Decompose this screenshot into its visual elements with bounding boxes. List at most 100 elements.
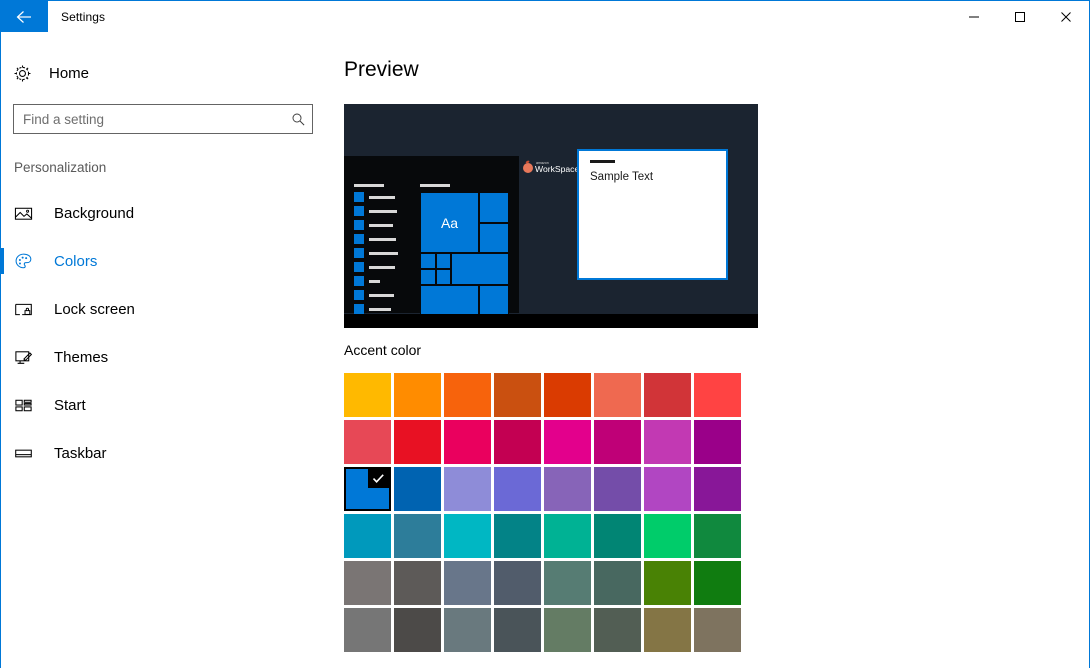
- app-name-line: [369, 266, 395, 269]
- accent-swatch[interactable]: [594, 561, 641, 605]
- accent-swatch[interactable]: [394, 420, 441, 464]
- list-item: [354, 206, 398, 216]
- close-button[interactable]: [1043, 1, 1089, 32]
- accent-swatch[interactable]: [594, 467, 641, 511]
- sidebar-item-colors[interactable]: Colors: [1, 237, 344, 285]
- window-title: Settings: [48, 1, 105, 32]
- accent-swatch[interactable]: [344, 608, 391, 652]
- gear-icon: [13, 64, 43, 83]
- settings-window: Settings: [0, 0, 1090, 668]
- accent-swatch[interactable]: [444, 514, 491, 558]
- accent-swatch[interactable]: [544, 514, 591, 558]
- titlebar-drag-area[interactable]: [105, 1, 951, 32]
- accent-swatch[interactable]: [694, 467, 741, 511]
- accent-swatch[interactable]: [594, 420, 641, 464]
- preview-tile: [420, 269, 436, 285]
- selection-bar: [1, 344, 4, 370]
- app-name-line: [369, 308, 391, 311]
- preview-tile-row: Aa: [420, 192, 509, 253]
- back-arrow-icon: [14, 9, 36, 25]
- sidebar-item-home[interactable]: Home: [1, 54, 344, 92]
- list-item: [354, 276, 398, 286]
- preview-tile: [479, 223, 509, 253]
- accent-swatch[interactable]: [444, 561, 491, 605]
- search-container: [1, 92, 344, 134]
- sidebar-item-label: Start: [44, 397, 86, 414]
- accent-swatch[interactable]: [344, 420, 391, 464]
- minimize-button[interactable]: [951, 1, 997, 32]
- sidebar-item-label: Colors: [44, 253, 97, 270]
- accent-swatch[interactable]: [694, 514, 741, 558]
- accent-swatch[interactable]: [544, 467, 591, 511]
- preview-tile-grid: [420, 253, 451, 285]
- accent-swatch[interactable]: [344, 561, 391, 605]
- accent-swatch[interactable]: [394, 467, 441, 511]
- app-square-icon: [354, 262, 364, 272]
- back-button[interactable]: [1, 1, 48, 32]
- sidebar-item-themes[interactable]: Themes: [1, 333, 344, 381]
- preview-desktop-icon: amazon WorkSpaces: [518, 158, 582, 175]
- accent-swatch[interactable]: [344, 373, 391, 417]
- accent-swatch[interactable]: [694, 373, 741, 417]
- search-box[interactable]: [13, 104, 313, 134]
- accent-swatch[interactable]: [544, 373, 591, 417]
- accent-swatch[interactable]: [494, 561, 541, 605]
- list-item: [354, 220, 398, 230]
- preview-tile: [436, 253, 451, 269]
- accent-swatch[interactable]: [644, 514, 691, 558]
- accent-swatch[interactable]: [494, 373, 541, 417]
- sidebar-item-label: Lock screen: [44, 301, 135, 318]
- accent-swatch[interactable]: [644, 420, 691, 464]
- accent-swatch[interactable]: [444, 373, 491, 417]
- app-square-icon: [354, 192, 364, 202]
- accent-swatch[interactable]: [344, 467, 391, 511]
- preview-tile-wide: [420, 285, 479, 316]
- sidebar-item-taskbar[interactable]: Taskbar: [1, 429, 344, 477]
- search-icon[interactable]: [284, 112, 312, 127]
- sidebar-section-label: Personalization: [1, 134, 344, 175]
- sidebar: Home Personalization: [1, 32, 344, 668]
- sidebar-item-start[interactable]: Start: [1, 381, 344, 429]
- accent-swatch[interactable]: [494, 514, 541, 558]
- preview-tile-subrow: [420, 253, 451, 269]
- preview-tile-row: [420, 253, 509, 285]
- accent-swatch[interactable]: [444, 420, 491, 464]
- app-name-line: [369, 210, 397, 213]
- accent-swatch[interactable]: [694, 420, 741, 464]
- search-input[interactable]: [14, 105, 284, 133]
- sidebar-item-label: Themes: [44, 349, 108, 366]
- accent-swatch[interactable]: [544, 420, 591, 464]
- accent-swatch[interactable]: [494, 608, 541, 652]
- selection-bar: [1, 392, 4, 418]
- accent-swatch[interactable]: [444, 608, 491, 652]
- accent-swatch[interactable]: [644, 373, 691, 417]
- accent-swatch[interactable]: [644, 561, 691, 605]
- accent-swatch[interactable]: [594, 373, 641, 417]
- accent-swatch[interactable]: [594, 608, 641, 652]
- preview-tile-group: Aa: [420, 184, 509, 328]
- maximize-button[interactable]: [997, 1, 1043, 32]
- sidebar-item-background[interactable]: Background: [1, 189, 344, 237]
- accent-swatch[interactable]: [544, 561, 591, 605]
- accent-swatch[interactable]: [694, 608, 741, 652]
- app-name-line: [369, 238, 396, 241]
- accent-swatch[interactable]: [444, 467, 491, 511]
- sidebar-item-lock-screen[interactable]: Lock screen: [1, 285, 344, 333]
- accent-swatch[interactable]: [494, 467, 541, 511]
- preview-panel: Aa: [344, 104, 758, 328]
- accent-swatch[interactable]: [494, 420, 541, 464]
- accent-swatch[interactable]: [344, 514, 391, 558]
- title-bar: Settings: [1, 1, 1089, 32]
- accent-swatch[interactable]: [394, 561, 441, 605]
- selected-notch: [368, 469, 389, 488]
- accent-swatch[interactable]: [594, 514, 641, 558]
- accent-swatch[interactable]: [544, 608, 591, 652]
- accent-swatch[interactable]: [394, 608, 441, 652]
- accent-color-grid: [344, 373, 1089, 652]
- accent-swatch[interactable]: [644, 467, 691, 511]
- preview-tile-subrow: [420, 269, 451, 285]
- accent-swatch[interactable]: [394, 373, 441, 417]
- accent-swatch[interactable]: [644, 608, 691, 652]
- accent-swatch[interactable]: [694, 561, 741, 605]
- accent-swatch[interactable]: [394, 514, 441, 558]
